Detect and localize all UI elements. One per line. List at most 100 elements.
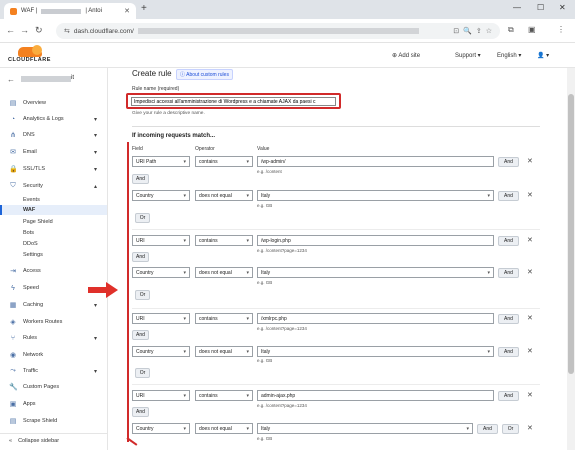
account-name-redacted[interactable] bbox=[21, 76, 71, 82]
sidebar-sub-ddos[interactable]: DDoS bbox=[0, 239, 107, 249]
cloudflare-favicon-icon bbox=[10, 7, 17, 15]
operator-select[interactable]: contains ▾ bbox=[195, 156, 253, 167]
or-button[interactable]: Or bbox=[135, 213, 150, 223]
reload-icon[interactable]: ↻ bbox=[35, 25, 43, 36]
sidebar-item-overview[interactable]: ▤ Overview bbox=[0, 97, 107, 109]
sidebar-sub-events[interactable]: Events bbox=[0, 195, 107, 205]
minimize-icon[interactable]: — bbox=[513, 3, 521, 12]
value-input[interactable]: /wp-admin/ bbox=[257, 156, 494, 167]
about-custom-rules-link[interactable]: ⓘ About custom rules bbox=[176, 69, 233, 80]
or-button[interactable]: Or bbox=[135, 368, 150, 378]
and-button[interactable]: And bbox=[498, 157, 519, 167]
value-select[interactable]: Italy ▾ bbox=[257, 267, 494, 278]
and-button[interactable]: And bbox=[132, 252, 149, 262]
value-input[interactable]: admin-ajax.php bbox=[257, 390, 494, 401]
and-button[interactable]: And bbox=[132, 330, 149, 340]
back-arrow-icon[interactable]: ← bbox=[7, 75, 15, 84]
sidebar-sub-bots[interactable]: Bots bbox=[0, 228, 107, 238]
support-dropdown[interactable]: Support ▾ bbox=[455, 52, 481, 59]
user-menu[interactable]: 👤 ▾ bbox=[537, 52, 549, 59]
remove-condition-icon[interactable]: ✕ bbox=[527, 347, 533, 355]
and-button[interactable]: And bbox=[498, 314, 519, 324]
field-select[interactable]: Country ▾ bbox=[132, 190, 190, 201]
operator-select[interactable]: contains ▾ bbox=[195, 235, 253, 246]
and-button[interactable]: And bbox=[498, 268, 519, 278]
sidebar-sub-waf[interactable]: WAF bbox=[0, 205, 107, 215]
close-window-icon[interactable]: ✕ bbox=[559, 3, 566, 12]
sidebar-sub-page-shield[interactable]: Page Shield bbox=[0, 217, 107, 227]
zoom-icon[interactable]: 🔍 bbox=[463, 27, 472, 35]
remove-condition-icon[interactable]: ✕ bbox=[527, 268, 533, 276]
sidebar-item-ssl[interactable]: 🔒 SSL/TLS ▾ bbox=[0, 163, 107, 175]
menu-icon[interactable]: ⋮ bbox=[557, 25, 565, 34]
rule-name-input[interactable] bbox=[131, 97, 336, 106]
remove-condition-icon[interactable]: ✕ bbox=[527, 391, 533, 399]
and-button[interactable]: And bbox=[477, 424, 498, 434]
and-button[interactable]: And bbox=[498, 391, 519, 401]
share-icon[interactable]: ⇪ bbox=[476, 27, 482, 35]
sidepanel-icon[interactable]: ▣ bbox=[528, 25, 536, 34]
or-button[interactable]: Or bbox=[135, 290, 150, 300]
value-select[interactable]: Italy ▾ bbox=[257, 423, 473, 434]
operator-select[interactable]: does not equal ▾ bbox=[195, 267, 253, 278]
field-select[interactable]: Country ▾ bbox=[132, 423, 190, 434]
sidebar-item-access[interactable]: ⇥ Access bbox=[0, 265, 107, 277]
value-input[interactable]: /xmlrpc.php bbox=[257, 313, 494, 324]
sidebar-item-traffic[interactable]: ⤳ Traffic ▾ bbox=[0, 365, 107, 377]
sidebar-item-rules[interactable]: ⑂ Rules ▾ bbox=[0, 332, 107, 344]
sidebar-item-workers[interactable]: ◈ Workers Routes bbox=[0, 316, 107, 328]
field-select[interactable]: URI ▾ bbox=[132, 390, 190, 401]
and-button[interactable]: And bbox=[132, 407, 149, 417]
bookmark-star-icon[interactable]: ☆ bbox=[486, 27, 492, 35]
and-button[interactable]: And bbox=[498, 236, 519, 246]
sidebar-item-apps[interactable]: ▣ Apps bbox=[0, 398, 107, 410]
field-select[interactable]: Country ▾ bbox=[132, 346, 190, 357]
value-select[interactable]: Italy ▾ bbox=[257, 190, 494, 201]
sidebar-item-network[interactable]: ◉ Network bbox=[0, 349, 107, 361]
operator-select[interactable]: does not equal ▾ bbox=[195, 423, 253, 434]
forward-icon[interactable]: → bbox=[20, 25, 29, 35]
browser-tab[interactable]: WAF | | Antoi ✕ bbox=[4, 3, 136, 19]
remove-condition-icon[interactable]: ✕ bbox=[527, 314, 533, 322]
maximize-icon[interactable]: ☐ bbox=[537, 3, 544, 12]
sidebar-item-scrape-shield[interactable]: ▤ Scrape Shield bbox=[0, 415, 107, 427]
url-bar[interactable]: ⇆ dash.cloudflare.com/ ⊡ 🔍 ⇪ ☆ bbox=[56, 23, 500, 39]
sidebar-item-email[interactable]: ✉ Email ▾ bbox=[0, 146, 107, 158]
remove-condition-icon[interactable]: ✕ bbox=[527, 157, 533, 165]
extensions-icon[interactable]: ⧉ bbox=[508, 25, 514, 35]
field-select[interactable]: URI ▾ bbox=[132, 313, 190, 324]
sidebar-item-dns[interactable]: ⋔ DNS ▾ bbox=[0, 129, 107, 141]
page-scrollbar[interactable] bbox=[567, 68, 575, 450]
value-select[interactable]: Italy ▾ bbox=[257, 346, 494, 357]
or-button[interactable]: Or bbox=[502, 424, 519, 434]
close-tab-icon[interactable]: ✕ bbox=[124, 7, 130, 15]
remove-condition-icon[interactable]: ✕ bbox=[527, 191, 533, 199]
sidebar-item-analytics[interactable]: ◔ Analytics & Logs ▾ bbox=[0, 113, 107, 125]
remove-condition-icon[interactable]: ✕ bbox=[527, 424, 533, 432]
sidebar-sub-settings[interactable]: Settings bbox=[0, 250, 107, 260]
operator-select[interactable]: does not equal ▾ bbox=[195, 190, 253, 201]
remove-condition-icon[interactable]: ✕ bbox=[527, 236, 533, 244]
install-icon[interactable]: ⊡ bbox=[453, 27, 459, 35]
value-input[interactable]: /wp-login.php bbox=[257, 235, 494, 246]
back-icon[interactable]: ← bbox=[6, 25, 15, 35]
and-button[interactable]: And bbox=[132, 174, 149, 184]
language-dropdown[interactable]: English ▾ bbox=[497, 52, 521, 59]
field-select[interactable]: Country ▾ bbox=[132, 267, 190, 278]
field-select[interactable]: URI ▾ bbox=[132, 235, 190, 246]
and-button[interactable]: And bbox=[498, 191, 519, 201]
operator-select[interactable]: does not equal ▾ bbox=[195, 346, 253, 357]
sidebar-item-caching[interactable]: ▦ Caching ▾ bbox=[0, 299, 107, 311]
operator-select[interactable]: contains ▾ bbox=[195, 390, 253, 401]
scrollbar-thumb[interactable] bbox=[568, 94, 574, 374]
add-site-button[interactable]: ⊕ Add site bbox=[392, 52, 420, 59]
sidebar-item-custom-pages[interactable]: 🔧 Custom Pages bbox=[0, 381, 107, 393]
sidebar-item-security[interactable]: ⛉ Security ▴ bbox=[0, 180, 107, 192]
site-info-icon[interactable]: ⇆ bbox=[64, 27, 70, 35]
new-tab-icon[interactable]: + bbox=[141, 3, 147, 14]
collapse-sidebar-button[interactable]: « Collapse sidebar bbox=[0, 433, 107, 447]
operator-select[interactable]: contains ▾ bbox=[195, 313, 253, 324]
and-button[interactable]: And bbox=[498, 347, 519, 357]
cloudflare-logo[interactable]: CLOUDFLARE bbox=[8, 45, 51, 63]
field-select[interactable]: URI Path ▾ bbox=[132, 156, 190, 167]
